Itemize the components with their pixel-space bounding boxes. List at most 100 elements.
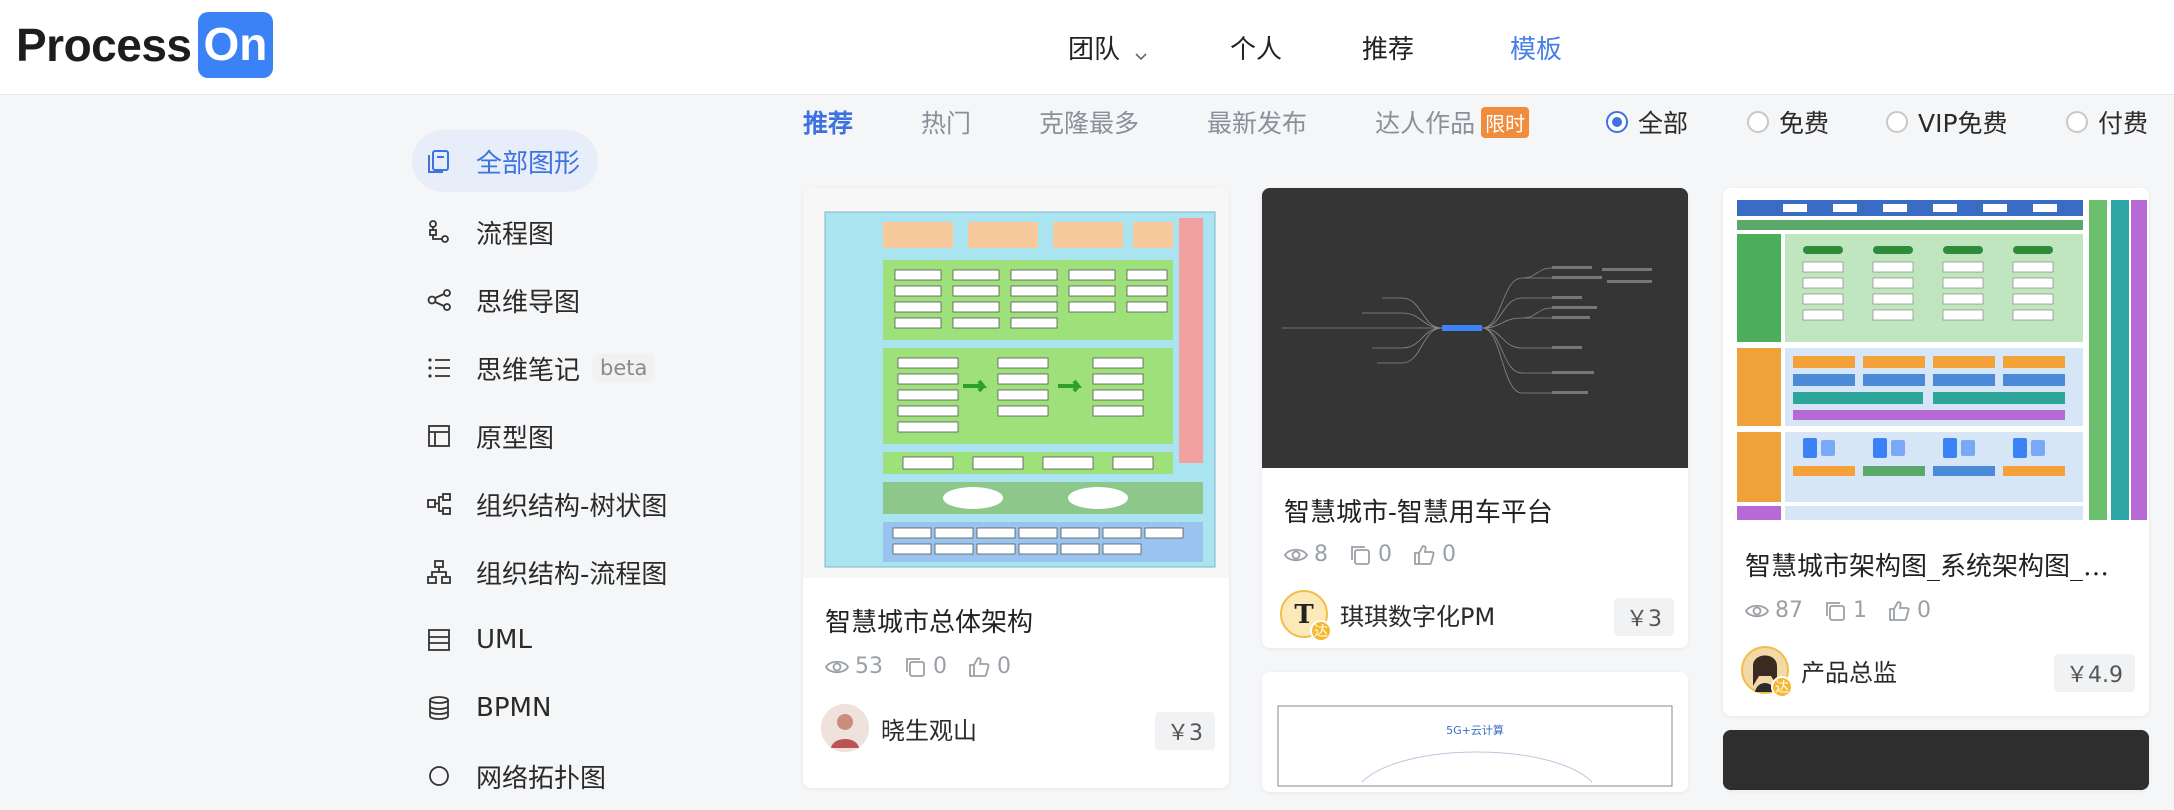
sidebar-item-all-shapes[interactable]: 全部图形	[412, 130, 598, 192]
sidebar-item-mindmap[interactable]: 思维导图	[412, 266, 712, 334]
eye-icon	[1284, 548, 1308, 561]
processon-logo[interactable]: Process On	[16, 10, 274, 80]
view-count-value: 87	[1775, 598, 1803, 623]
org-flow-icon	[426, 559, 452, 585]
like-count-value: 0	[1442, 542, 1456, 567]
author[interactable]: 达 产品总监	[1741, 646, 1897, 698]
thumbs-up-icon	[1414, 544, 1435, 565]
radio-all[interactable]: 全部	[1606, 96, 1688, 148]
database-icon	[426, 695, 452, 721]
sidebar-item-uml[interactable]: UML	[412, 606, 712, 674]
tab-most-cloned[interactable]: 克隆最多	[1039, 104, 1139, 140]
clone-count: 0	[1348, 542, 1392, 567]
template-card[interactable]: 智慧城市架构图_系统架构图_… 87 1 0 达 产品总监 ￥4.9	[1723, 188, 2149, 716]
radio-label: 免费	[1779, 109, 1830, 138]
eye-icon	[825, 660, 849, 673]
price-tag: ￥3	[1155, 712, 1215, 750]
all-shapes-icon	[426, 148, 452, 174]
sidebar-item-prototype[interactable]: 原型图	[412, 402, 712, 470]
top-header: Process On 团队 个人 推荐 模板	[0, 0, 2174, 95]
nav-recommend[interactable]: 推荐	[1362, 0, 1414, 95]
eye-icon	[1745, 604, 1769, 617]
copy-icon	[1351, 545, 1370, 565]
template-title[interactable]: 智慧城市架构图_系统架构图_…	[1745, 546, 2129, 583]
like-count-value: 0	[997, 654, 1011, 679]
like-count-value: 0	[1917, 598, 1931, 623]
sidebar-item-label: 全部图形	[476, 148, 581, 179]
logo-text: Process	[16, 19, 192, 71]
copy-icon	[1826, 601, 1845, 621]
chevron-down-icon	[1134, 41, 1148, 60]
radio-checked-icon	[1606, 111, 1628, 133]
nav-templates[interactable]: 模板	[1510, 0, 1562, 95]
view-count-value: 8	[1314, 542, 1328, 567]
template-card[interactable]: 智慧城市总体架构 53 0 0 晓生观山 ￥3	[803, 188, 1229, 788]
sidebar-item-label: 流程图	[476, 219, 555, 250]
template-title[interactable]: 智慧城市-智慧用车平台	[1284, 492, 1664, 529]
price-tag: ￥4.9	[2054, 654, 2135, 692]
template-thumbnail	[1723, 730, 2149, 790]
copy-icon	[906, 657, 925, 677]
sidebar-item-network[interactable]: 网络拓扑图	[412, 742, 712, 810]
thumbs-up-icon	[1889, 600, 1910, 621]
nav-team-label: 团队	[1068, 35, 1121, 65]
avatar	[821, 704, 869, 752]
template-stats: 53 0 0	[825, 654, 1031, 679]
beta-badge: beta	[592, 354, 656, 382]
radio-unchecked-icon	[1886, 111, 1908, 133]
category-sidebar: 全部图形 流程图 思维导图 思维笔记 beta 原型图 组织结构-树状图 组织结…	[412, 130, 712, 810]
sidebar-item-label: 网络拓扑图	[476, 763, 607, 794]
template-title[interactable]: 智慧城市总体架构	[825, 602, 1205, 639]
template-stats: 87 1 0	[1745, 598, 1951, 623]
author[interactable]: 晓生观山	[821, 704, 977, 752]
radio-free[interactable]: 免费	[1747, 96, 1829, 148]
tree-icon	[426, 491, 452, 517]
nav-team[interactable]: 团队	[1068, 0, 1148, 95]
sidebar-item-mind-notes[interactable]: 思维笔记 beta	[412, 334, 712, 402]
tab-expert-works[interactable]: 达人作品 限时	[1375, 104, 1530, 140]
clone-count-value: 1	[1853, 598, 1867, 623]
price-tag: ￥3	[1614, 598, 1674, 636]
radio-paid[interactable]: 付费	[2066, 96, 2148, 148]
like-count: 0	[967, 654, 1011, 679]
sidebar-item-bpmn[interactable]: BPMN	[412, 674, 712, 742]
template-thumbnail	[1262, 188, 1688, 468]
tab-hot[interactable]: 热门	[921, 104, 971, 140]
tab-expert-label: 达人作品	[1375, 109, 1476, 138]
radio-label: VIP免费	[1918, 109, 2008, 138]
sort-tabs: 推荐 热门 克隆最多 最新发布 达人作品 限时	[803, 96, 1530, 148]
view-count: 87	[1745, 598, 1803, 623]
tab-recommend[interactable]: 推荐	[803, 104, 853, 140]
thumbs-up-icon	[969, 656, 990, 677]
author-name: 产品总监	[1801, 658, 1897, 687]
list-icon	[426, 355, 452, 381]
mindmap-icon	[426, 287, 452, 313]
template-card[interactable]: 5G+云计算	[1262, 672, 1688, 792]
flowchart-icon	[426, 219, 452, 245]
avatar: 达	[1741, 646, 1793, 698]
radio-label: 全部	[1638, 109, 1689, 138]
expert-badge: 达	[1771, 676, 1793, 698]
sidebar-item-label: 组织结构-树状图	[476, 491, 668, 522]
clone-count-value: 0	[1378, 542, 1392, 567]
author[interactable]: T 达 琪琪数字化PM	[1280, 590, 1495, 642]
view-count-value: 53	[855, 654, 883, 679]
uml-icon	[426, 627, 452, 653]
view-count: 8	[1284, 542, 1328, 567]
radio-vip-free[interactable]: VIP免费	[1886, 96, 2008, 148]
template-thumbnail	[1723, 188, 2149, 523]
template-stats: 8 0 0	[1284, 542, 1476, 567]
sidebar-item-label: 组织结构-流程图	[476, 559, 668, 590]
sidebar-item-org-flow[interactable]: 组织结构-流程图	[412, 538, 712, 606]
sidebar-item-flowchart[interactable]: 流程图	[412, 198, 712, 266]
network-icon	[426, 763, 452, 789]
prototype-icon	[426, 423, 452, 449]
tab-latest[interactable]: 最新发布	[1207, 104, 1307, 140]
nav-personal[interactable]: 个人	[1230, 0, 1282, 95]
expert-badge: 达	[1310, 620, 1332, 642]
thumbnail-caption: 5G+云计算	[1446, 724, 1504, 737]
clone-count: 0	[903, 654, 947, 679]
sidebar-item-org-tree[interactable]: 组织结构-树状图	[412, 470, 712, 538]
template-card[interactable]: 智慧城市-智慧用车平台 8 0 0 T 达 琪琪数字化PM ￥3	[1262, 188, 1688, 648]
template-card[interactable]	[1723, 730, 2149, 790]
